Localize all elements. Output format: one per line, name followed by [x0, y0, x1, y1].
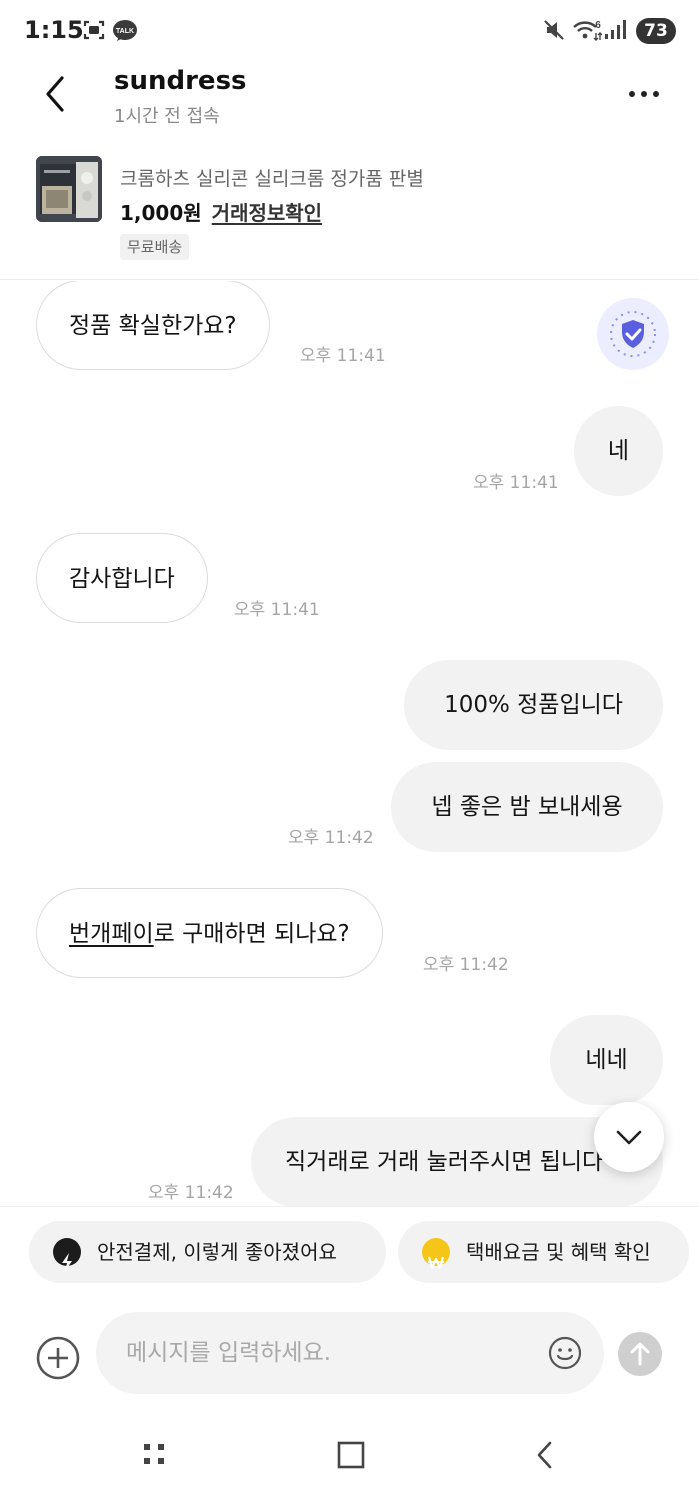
outgoing-message-bubble: 네네	[550, 1015, 663, 1105]
outgoing-message-bubble: 네	[574, 406, 663, 496]
chat-message-list[interactable]: 정품 확실한가요? 오후 11:41 네 오후 11:41 감사합니다 오후 1…	[0, 281, 699, 1206]
status-time: 1:15	[24, 16, 84, 44]
message-time: 오후 11:41	[234, 600, 320, 620]
outgoing-message-bubble: 100% 정품입니다	[404, 660, 663, 750]
chip-label: 택배요금 및 혜택 확인	[466, 1240, 651, 1264]
trade-info-link[interactable]: 거래정보확인	[212, 201, 322, 225]
chevron-left-icon	[46, 76, 64, 112]
message-text: 로 구매하면 되나요?	[153, 921, 350, 947]
screen-capture-icon	[82, 18, 106, 46]
page-title: sundress	[114, 66, 247, 96]
product-name: 크롬하츠 실리콘 실리크롬 정가품 판별	[120, 168, 424, 190]
shield-check-icon	[610, 311, 656, 357]
plus-circle-icon	[36, 1336, 80, 1380]
free-shipping-badge: 무료배송	[120, 234, 190, 260]
signal-icon	[604, 20, 626, 44]
outgoing-message-bubble: 넵 좋은 밤 보내세용	[391, 762, 663, 852]
send-button[interactable]	[618, 1332, 662, 1376]
safe-payment-chip[interactable]: 안전결제, 이렇게 좋아졌어요	[29, 1221, 386, 1283]
message-time: 오후 11:41	[473, 473, 559, 493]
won-coin-icon	[422, 1238, 450, 1270]
status-bar: 1:15 TALK 6 73	[0, 0, 699, 62]
recent-apps-button[interactable]	[140, 1440, 170, 1470]
system-back-button[interactable]	[530, 1440, 560, 1470]
quick-action-chips: 안전결제, 이렇게 좋아졌어요 택배요금 및 혜택 확인	[0, 1206, 699, 1292]
chat-header: sundress 1시간 전 접속	[0, 62, 699, 142]
message-time: 오후 11:41	[300, 346, 386, 366]
home-button[interactable]	[336, 1440, 366, 1470]
more-options-button[interactable]	[624, 82, 664, 106]
message-time: 오후 11:42	[288, 828, 374, 848]
product-thumbnail	[36, 156, 102, 222]
recent-apps-icon	[144, 1444, 164, 1464]
incoming-message-bubble: 감사합니다	[36, 533, 208, 623]
smiley-icon	[548, 1336, 582, 1370]
wifi-icon: 6	[572, 18, 603, 48]
mute-icon	[543, 18, 565, 46]
incoming-message-bubble: 번개페이로 구매하면 되나요?	[36, 888, 383, 978]
wifi-generation-label: 6	[595, 20, 601, 31]
more-horizontal-icon	[629, 91, 659, 97]
message-time: 오후 11:42	[148, 1183, 234, 1203]
product-price: 1,000원	[120, 201, 202, 225]
lightning-icon	[53, 1238, 81, 1271]
incoming-message-bubble: 정품 확실한가요?	[36, 281, 270, 370]
message-input[interactable]	[96, 1312, 604, 1394]
chip-label: 안전결제, 이렇게 좋아졌어요	[97, 1240, 337, 1264]
kakaotalk-icon: TALK	[112, 19, 138, 47]
system-navigation-bar	[0, 1410, 699, 1500]
arrow-up-icon	[630, 1342, 650, 1366]
shipping-fee-chip[interactable]: 택배요금 및 혜택 확인	[398, 1221, 689, 1283]
last-seen-text: 1시간 전 접속	[114, 106, 220, 127]
talk-badge-text: TALK	[116, 28, 134, 35]
price-row: 1,000원 거래정보확인	[120, 197, 322, 226]
home-square-icon	[337, 1441, 365, 1469]
emoji-button[interactable]	[548, 1336, 582, 1370]
back-button[interactable]	[34, 72, 78, 116]
attach-button[interactable]	[36, 1336, 80, 1380]
chevron-down-icon	[616, 1130, 642, 1145]
system-back-icon	[537, 1441, 552, 1469]
product-card[interactable]: 크롬하츠 실리콘 실리크롬 정가품 판별 1,000원 거래정보확인 무료배송	[0, 142, 699, 280]
bunjang-pay-link[interactable]: 번개페이	[69, 921, 154, 947]
message-composer	[0, 1292, 699, 1410]
scroll-to-bottom-button[interactable]	[594, 1102, 664, 1172]
battery-indicator: 73	[636, 18, 676, 44]
message-time: 오후 11:42	[423, 955, 509, 975]
safety-shield-button[interactable]	[597, 298, 669, 370]
